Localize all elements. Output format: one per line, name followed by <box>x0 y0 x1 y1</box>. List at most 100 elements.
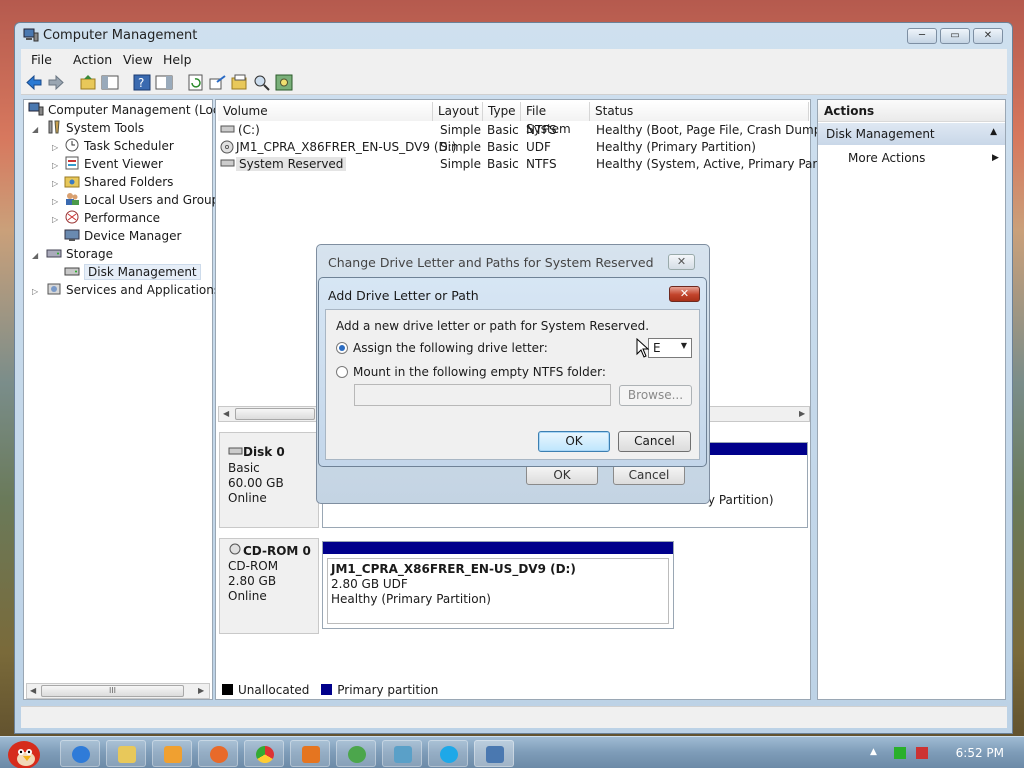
tree-item-disk-management[interactable]: Disk Management <box>64 264 201 282</box>
column-status[interactable]: Status <box>590 102 809 121</box>
more-actions-item[interactable]: More Actions <box>848 151 925 165</box>
cdrom0-label[interactable]: CD-ROM 0 CD-ROM 2.80 GB Online <box>219 538 319 634</box>
volume-name: JM1_CPRA_X86FRER_EN-US_DV9 (D:) <box>236 140 457 154</box>
table-row[interactable]: System Reserved Simple Basic NTFS Health… <box>220 157 841 174</box>
table-row[interactable]: JM1_CPRA_X86FRER_EN-US_DV9 (D:) Simple B… <box>220 140 810 157</box>
close-icon[interactable]: ✕ <box>669 286 700 302</box>
expand-event-viewer-icon[interactable]: ▷ <box>52 161 58 170</box>
column-file-system[interactable]: File System <box>521 102 590 136</box>
expand-services-icon[interactable]: ▷ <box>32 287 38 296</box>
scroll-right-icon[interactable]: ▶ <box>799 409 805 418</box>
scroll-right-icon[interactable]: ▶ <box>198 686 204 695</box>
scroll-thumb[interactable]: III <box>41 685 184 697</box>
menu-file[interactable]: File <box>31 52 52 67</box>
battery-icon[interactable] <box>894 747 906 759</box>
taskbar-skype[interactable] <box>428 740 468 767</box>
legend-primary: Primary partition <box>337 683 439 697</box>
scroll-left-icon[interactable]: ◀ <box>30 686 36 695</box>
disk0-label[interactable]: Disk 0 Basic 60.00 GB Online <box>219 432 319 528</box>
taskbar-utorrent[interactable] <box>336 740 376 767</box>
properties-icon[interactable] <box>231 74 249 91</box>
legend-unallocated: Unallocated <box>238 683 310 697</box>
tree-label-services: Services and Applications <box>66 283 221 297</box>
back-icon[interactable] <box>25 74 43 91</box>
mount-folder-radio[interactable] <box>336 366 348 378</box>
scroll-thumb[interactable] <box>235 408 315 420</box>
collapse-storage-icon[interactable]: ◢ <box>32 251 38 260</box>
taskbar-computer-management[interactable] <box>474 740 514 767</box>
up-icon[interactable] <box>79 74 97 91</box>
taskbar-ie[interactable] <box>60 740 100 767</box>
menu-view[interactable]: View <box>123 52 153 67</box>
media-player-icon <box>164 746 182 763</box>
tree-item-services[interactable]: Services and Applications <box>46 282 220 300</box>
collapse-system-tools-icon[interactable]: ◢ <box>32 125 38 134</box>
drive-icon <box>220 123 235 138</box>
ok-button[interactable]: OK <box>538 431 610 452</box>
taskbar-firefox[interactable] <box>198 740 238 767</box>
console-tree: Computer Management (Local ◢ System Tool… <box>23 99 230 700</box>
menu-help[interactable]: Help <box>163 52 192 67</box>
close-button[interactable]: ✕ <box>973 28 1003 44</box>
expand-local-users-icon[interactable]: ▷ <box>52 197 58 206</box>
taskbar-app[interactable] <box>290 740 330 767</box>
volume-muted-icon[interactable] <box>916 747 928 759</box>
minimize-button[interactable]: ─ <box>907 28 937 44</box>
clock[interactable]: 6:52 PM <box>956 746 1004 760</box>
submenu-arrow-icon[interactable]: ▶ <box>992 153 999 163</box>
expand-performance-icon[interactable]: ▷ <box>52 215 58 224</box>
assign-letter-radio[interactable] <box>336 342 348 354</box>
settings-icon[interactable] <box>275 74 293 91</box>
collapse-section-icon[interactable]: ▲ <box>990 127 997 137</box>
search-icon[interactable] <box>253 74 271 91</box>
refresh-icon[interactable] <box>187 74 205 91</box>
add-drive-letter-dialog: Add Drive Letter or Path ✕ Add a new dri… <box>318 277 707 467</box>
folder-path-field[interactable] <box>354 384 611 406</box>
tree-item-event-viewer[interactable]: Event Viewer <box>64 156 163 174</box>
assign-letter-label[interactable]: Assign the following drive letter: <box>353 341 548 355</box>
taskbar-explorer[interactable] <box>106 740 146 767</box>
close-icon[interactable]: ✕ <box>668 254 695 270</box>
table-row[interactable]: (C:) Simple Basic NTFS Healthy (Boot, Pa… <box>220 123 841 140</box>
disk0-name-row: Disk 0 <box>228 445 285 459</box>
column-layout[interactable]: Layout <box>433 102 483 121</box>
tree-root[interactable]: Computer Management (Local <box>28 102 230 120</box>
cancel-button[interactable]: Cancel <box>618 431 691 452</box>
mount-folder-label[interactable]: Mount in the following empty NTFS folder… <box>353 365 606 379</box>
tree-item-device-manager[interactable]: Device Manager <box>64 228 181 246</box>
expand-shared-folders-icon[interactable]: ▷ <box>52 179 58 188</box>
show-hide-action-pane-icon[interactable] <box>155 74 173 91</box>
tree-item-performance[interactable]: Performance <box>64 210 160 228</box>
back-ok-button[interactable]: OK <box>526 465 598 485</box>
show-hide-icon[interactable] <box>101 74 119 91</box>
volume-layout: Simple <box>440 140 481 154</box>
taskbar-media-player[interactable] <box>152 740 192 767</box>
start-button[interactable] <box>4 737 48 768</box>
tree-item-task-scheduler[interactable]: Task Scheduler <box>64 138 174 156</box>
forward-icon[interactable] <box>47 74 65 91</box>
help-icon[interactable]: ? <box>133 74 151 91</box>
column-type[interactable]: Type <box>483 102 521 121</box>
show-hidden-icons-icon[interactable]: ▲ <box>870 747 882 759</box>
title-bar[interactable]: Computer Management ─ ▭ ✕ <box>15 23 1012 49</box>
actions-header: Actions <box>818 100 1005 122</box>
back-cancel-button[interactable]: Cancel <box>613 465 685 485</box>
tree-item-shared-folders[interactable]: Shared Folders <box>64 174 173 192</box>
tree-item-system-tools[interactable]: System Tools <box>46 120 144 138</box>
column-volume[interactable]: Volume <box>218 102 433 121</box>
export-icon[interactable] <box>209 74 227 91</box>
cdrom0-partition[interactable]: JM1_CPRA_X86FRER_EN-US_DV9 (D:) 2.80 GB … <box>322 541 674 629</box>
drive-letter-select[interactable]: E ▼ <box>648 338 692 358</box>
menu-action[interactable]: Action <box>73 52 112 67</box>
actions-section-disk-management[interactable]: Disk Management ▲ <box>818 123 1005 145</box>
taskbar-network[interactable] <box>382 740 422 767</box>
tree-item-local-users[interactable]: Local Users and Groups <box>64 192 226 210</box>
tree-horizontal-scrollbar[interactable]: ◀ III ▶ <box>26 683 210 699</box>
expand-task-scheduler-icon[interactable]: ▷ <box>52 143 58 152</box>
cdrom0-volume-status: Healthy (Primary Partition) <box>331 592 491 606</box>
tree-item-storage[interactable]: Storage <box>46 246 113 264</box>
maximize-button[interactable]: ▭ <box>940 28 970 44</box>
scroll-left-icon[interactable]: ◀ <box>223 409 229 418</box>
browse-button[interactable]: Browse... <box>619 385 692 406</box>
taskbar-chrome[interactable] <box>244 740 284 767</box>
